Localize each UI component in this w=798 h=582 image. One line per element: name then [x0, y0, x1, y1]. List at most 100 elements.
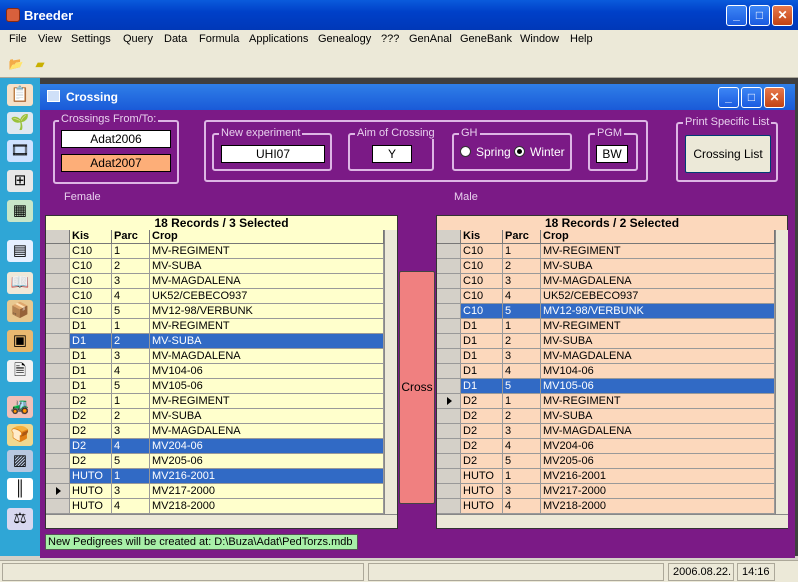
male-col-kis[interactable]: Kis: [461, 230, 503, 244]
row-selector[interactable]: [437, 499, 461, 514]
calculator-icon[interactable]: ▦: [7, 200, 33, 222]
male-row[interactable]: D1 2 MV-SUBA: [437, 334, 775, 349]
male-row[interactable]: D2 1 MV-REGIMENT: [437, 394, 775, 409]
row-selector[interactable]: [46, 274, 70, 289]
row-selector[interactable]: [437, 274, 461, 289]
row-selector[interactable]: [437, 364, 461, 379]
scales-icon[interactable]: ⚖: [7, 508, 33, 530]
female-row[interactable]: HUTO 3 MV217-2000: [46, 484, 384, 499]
row-selector[interactable]: [46, 409, 70, 424]
menu-genanal[interactable]: GenAnal: [409, 33, 452, 45]
cross-button[interactable]: Cross: [399, 271, 435, 504]
documents-icon[interactable]: 🗎: [7, 360, 33, 382]
menu-genealogy[interactable]: Genealogy: [318, 33, 371, 45]
winter-radio[interactable]: [514, 146, 525, 157]
female-row[interactable]: HUTO 1 MV216-2001: [46, 469, 384, 484]
male-row[interactable]: D1 1 MV-REGIMENT: [437, 319, 775, 334]
row-selector[interactable]: [46, 499, 70, 514]
row-selector[interactable]: [46, 424, 70, 439]
female-col-crop[interactable]: Crop: [150, 230, 384, 244]
grid-icon[interactable]: ▤: [7, 240, 33, 262]
row-selector[interactable]: [46, 319, 70, 334]
row-selector[interactable]: [46, 244, 70, 259]
row-selector[interactable]: [437, 289, 461, 304]
row-selector[interactable]: [437, 409, 461, 424]
open-folder-icon[interactable]: 📂: [6, 54, 26, 74]
female-col-kis[interactable]: Kis: [70, 230, 112, 244]
menu-formula[interactable]: Formula: [199, 33, 239, 45]
female-row[interactable]: D2 5 MV205-06: [46, 454, 384, 469]
row-selector[interactable]: [437, 349, 461, 364]
female-row[interactable]: D2 1 MV-REGIMENT: [46, 394, 384, 409]
row-selector[interactable]: [46, 394, 70, 409]
female-grid[interactable]: 18 Records / 3 Selected Kis Parc Crop C10 1 M…: [45, 215, 398, 529]
open-box-icon[interactable]: ▣: [7, 330, 33, 352]
female-row[interactable]: C10 3 MV-MAGDALENA: [46, 274, 384, 289]
menu-data[interactable]: Data: [164, 33, 187, 45]
row-selector[interactable]: [46, 469, 70, 484]
male-row[interactable]: D2 5 MV205-06: [437, 454, 775, 469]
maximize-icon[interactable]: □: [749, 5, 770, 26]
tree-icon[interactable]: ⊞: [7, 170, 33, 192]
male-row[interactable]: D2 4 MV204-06: [437, 439, 775, 454]
row-selector[interactable]: [437, 319, 461, 334]
female-row[interactable]: D1 3 MV-MAGDALENA: [46, 349, 384, 364]
female-row[interactable]: D2 3 MV-MAGDALENA: [46, 424, 384, 439]
menu-query[interactable]: Query: [123, 33, 153, 45]
row-selector[interactable]: [437, 484, 461, 499]
film-icon[interactable]: 🎞: [7, 140, 33, 162]
row-selector[interactable]: [437, 334, 461, 349]
crossing-to-field[interactable]: Adat2007: [61, 154, 171, 172]
female-row[interactable]: D1 5 MV105-06: [46, 379, 384, 394]
book-icon[interactable]: 📖: [7, 272, 33, 294]
row-selector[interactable]: [46, 379, 70, 394]
row-selector[interactable]: [46, 304, 70, 319]
male-row[interactable]: C10 3 MV-MAGDALENA: [437, 274, 775, 289]
row-selector[interactable]: [46, 454, 70, 469]
male-row[interactable]: D1 5 MV105-06: [437, 379, 775, 394]
child-minimize-icon[interactable]: _: [718, 87, 739, 108]
row-selector[interactable]: [46, 364, 70, 379]
row-selector[interactable]: [437, 424, 461, 439]
plant-icon[interactable]: 🌱: [7, 112, 33, 134]
row-selector[interactable]: [437, 454, 461, 469]
female-row[interactable]: D1 2 MV-SUBA: [46, 334, 384, 349]
female-horizontal-scrollbar[interactable]: [46, 514, 397, 528]
bread-icon[interactable]: 🍞: [7, 424, 33, 446]
row-selector[interactable]: [437, 259, 461, 274]
minimize-icon[interactable]: _: [726, 5, 747, 26]
male-vertical-scrollbar[interactable]: [775, 230, 788, 514]
female-row[interactable]: C10 5 MV12-98/VERBUNK: [46, 304, 384, 319]
female-row[interactable]: D1 4 MV104-06: [46, 364, 384, 379]
male-row[interactable]: D2 2 MV-SUBA: [437, 409, 775, 424]
menu-view[interactable]: View: [38, 33, 62, 45]
male-row[interactable]: C10 4 UK52/CEBECO937: [437, 289, 775, 304]
male-horizontal-scrollbar[interactable]: [437, 514, 788, 528]
menu-question[interactable]: ???: [381, 33, 399, 45]
crossing-from-field[interactable]: Adat2006: [61, 130, 171, 148]
tractor-icon[interactable]: 🚜: [7, 396, 33, 418]
male-col-parc[interactable]: Parc: [503, 230, 541, 244]
menu-window[interactable]: Window: [520, 33, 559, 45]
aim-field[interactable]: Y: [372, 145, 412, 163]
female-col-parc[interactable]: Parc: [112, 230, 150, 244]
female-row[interactable]: D2 4 MV204-06: [46, 439, 384, 454]
male-row[interactable]: D2 3 MV-MAGDALENA: [437, 424, 775, 439]
female-vertical-scrollbar[interactable]: [384, 230, 397, 514]
female-row[interactable]: C10 1 MV-REGIMENT: [46, 244, 384, 259]
new-experiment-field[interactable]: UHI07: [221, 145, 325, 163]
row-selector[interactable]: [46, 439, 70, 454]
male-row[interactable]: HUTO 1 MV216-2001: [437, 469, 775, 484]
close-icon[interactable]: ✕: [772, 5, 793, 26]
male-row[interactable]: C10 5 MV12-98/VERBUNK: [437, 304, 775, 319]
menu-genebank[interactable]: GeneBank: [460, 33, 512, 45]
barcode-icon[interactable]: ║: [7, 478, 33, 500]
photo-icon[interactable]: ▨: [7, 450, 33, 472]
box-icon[interactable]: 📦: [7, 300, 33, 322]
male-col-crop[interactable]: Crop: [541, 230, 775, 244]
crossing-list-button[interactable]: Crossing List: [685, 135, 771, 173]
note-icon[interactable]: ▰: [30, 54, 50, 74]
row-selector[interactable]: [437, 379, 461, 394]
female-row[interactable]: C10 4 UK52/CEBECO937: [46, 289, 384, 304]
male-row[interactable]: C10 2 MV-SUBA: [437, 259, 775, 274]
